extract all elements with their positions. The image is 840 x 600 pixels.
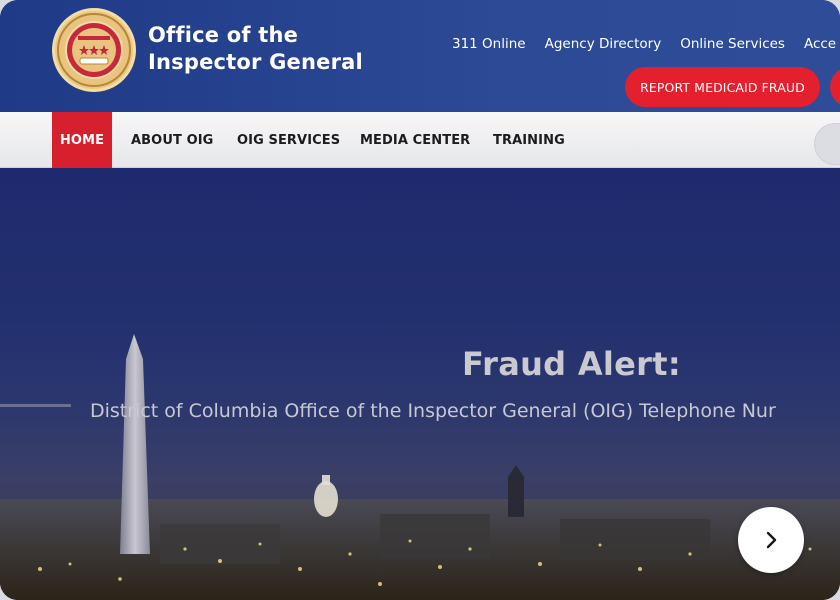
- seal-graphic: [57, 13, 131, 87]
- utility-links: 311 Online Agency Directory Online Servi…: [452, 36, 836, 52]
- report-fraud-button-secondary[interactable]: [830, 67, 840, 107]
- hero-subtitle[interactable]: District of Columbia Office of the Inspe…: [90, 400, 776, 422]
- slide-indicator[interactable]: [0, 404, 71, 407]
- hero-title: Fraud Alert:: [462, 345, 681, 383]
- main-nav: HOME ABOUT OIG OIG SERVICES MEDIA CENTER…: [0, 112, 840, 168]
- link-agency-directory[interactable]: Agency Directory: [545, 36, 662, 52]
- washington-monument: [120, 334, 150, 554]
- nav-item-home[interactable]: HOME: [52, 112, 112, 168]
- link-accessibility[interactable]: Acce: [804, 36, 836, 52]
- site-title[interactable]: Office of the Inspector General: [148, 22, 363, 76]
- hero-carousel: Fraud Alert: District of Columbia Office…: [0, 169, 840, 600]
- link-online-services[interactable]: Online Services: [680, 36, 785, 52]
- browser-viewport: Office of the Inspector General 311 Onli…: [0, 0, 840, 600]
- site-header: Office of the Inspector General 311 Onli…: [0, 0, 840, 112]
- link-311-online[interactable]: 311 Online: [452, 36, 526, 52]
- nav-item-about-oig[interactable]: ABOUT OIG: [131, 112, 213, 168]
- site-title-line1: Office of the: [148, 23, 299, 47]
- chevron-right-icon: [766, 531, 777, 549]
- carousel-next-button[interactable]: [738, 507, 804, 573]
- site-title-line2: Inspector General: [148, 50, 363, 74]
- dc-skyline-image: [0, 334, 840, 600]
- nav-item-oig-services[interactable]: OIG SERVICES: [237, 112, 340, 168]
- dc-oig-seal-icon[interactable]: [52, 8, 136, 92]
- nav-item-media-center[interactable]: MEDIA CENTER: [360, 112, 470, 168]
- nav-item-training[interactable]: TRAINING: [493, 112, 565, 168]
- report-medicaid-fraud-button[interactable]: REPORT MEDICAID FRAUD: [625, 67, 820, 107]
